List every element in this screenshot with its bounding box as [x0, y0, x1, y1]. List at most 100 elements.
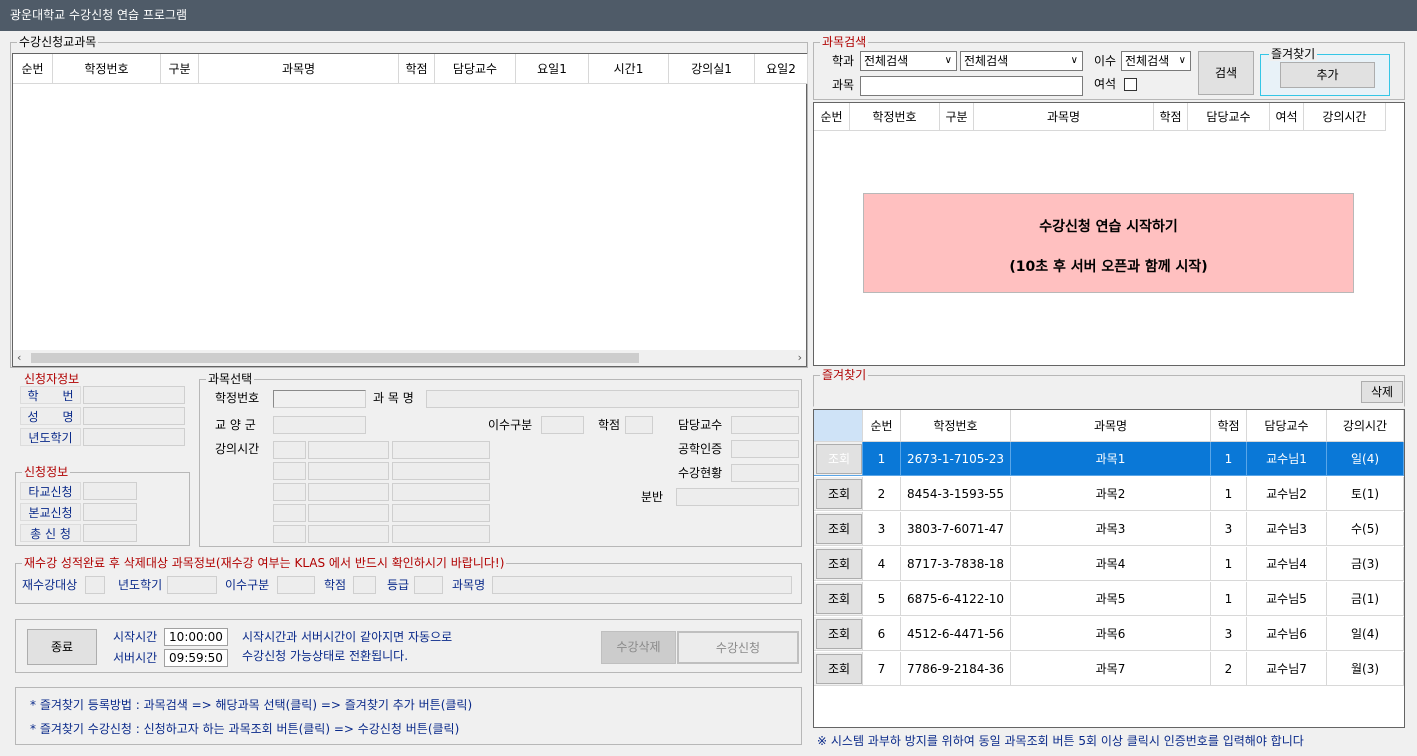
favorites-cell-code: 3803-7-6071-47 — [901, 512, 1011, 546]
dept-select-1-value: 전체검색 — [864, 54, 909, 68]
scroll-left-icon[interactable]: ‹ — [17, 351, 21, 364]
scrollbar-thumb[interactable] — [31, 353, 639, 363]
search-col-header[interactable]: 담당교수 — [1188, 103, 1270, 131]
start-time-label: 시작시간 — [113, 630, 158, 644]
sel-course-no-field[interactable] — [273, 390, 366, 408]
favorites-cell-code: 8717-3-7838-18 — [901, 547, 1011, 581]
favorites-cell-time: 일(4) — [1327, 617, 1404, 651]
search-results-table[interactable]: 순번 학정번호 구분 과목명 학점 담당교수 여석 강의시간 수강신청 연습 시작하기 (10… — [813, 102, 1405, 366]
favorites-cell-credit: 1 — [1211, 477, 1247, 511]
chevron-down-icon: ∨ — [944, 55, 952, 66]
enrolled-col-header[interactable]: 담당교수 — [435, 54, 516, 84]
view-course-button[interactable]: 조회 — [816, 584, 862, 614]
search-button[interactable]: 검색 — [1198, 51, 1254, 95]
sel-eng-cert-label: 공학인증 — [678, 442, 723, 456]
dept-select-2[interactable]: 전체검색 ∨ — [960, 51, 1083, 71]
favorites-table[interactable]: 순번 학정번호 과목명 학점 담당교수 강의시간 조회 1 2673-1-7105-23 과목1… — [813, 409, 1405, 728]
overload-notice: ※ 시스템 과부하 방지를 위하여 동일 과목조회 버튼 5회 이상 클릭시 인… — [817, 734, 1304, 748]
enrolled-table[interactable]: 순번 학정번호 구분 과목명 학점 담당교수 요일1 시간1 강의실1 요일2 ‹ › — [12, 53, 808, 367]
favorites-cell-time: 수(5) — [1327, 512, 1404, 546]
favorites-cell-no: 2 — [863, 477, 901, 511]
horizontal-scrollbar[interactable]: ‹ › — [13, 350, 806, 366]
enrolled-col-header[interactable]: 순번 — [13, 54, 53, 84]
favorites-cell-name: 과목6 — [1011, 617, 1211, 651]
favorites-col-header[interactable]: 순번 — [863, 410, 901, 442]
retake-group-label: 재수강 성적완료 후 삭제대상 과목정보(재수강 여부는 KLAS 에서 반드시… — [22, 556, 507, 570]
lecture-time-cell — [273, 441, 306, 459]
search-col-header[interactable]: 학정번호 — [850, 103, 940, 131]
favorites-col-header[interactable]: 학점 — [1211, 410, 1247, 442]
enrolled-col-header[interactable]: 학정번호 — [53, 54, 161, 84]
retake-name-field — [492, 576, 792, 594]
dept-select-1[interactable]: 전체검색 ∨ — [860, 51, 957, 71]
favorites-row[interactable]: 조회 3 3803-7-6071-47 과목3 3 교수님3 수(5) — [814, 512, 1406, 546]
view-course-button[interactable]: 조회 — [816, 654, 862, 684]
enrolled-col-header[interactable]: 강의실1 — [669, 54, 755, 84]
favorites-cell-code: 8454-3-1593-55 — [901, 477, 1011, 511]
favorites-view-cell: 조회 — [814, 512, 863, 546]
favorites-row[interactable]: 조회 1 2673-1-7105-23 과목1 1 교수님1 일(4) — [814, 442, 1406, 476]
search-col-header[interactable]: 구분 — [940, 103, 974, 131]
view-course-button[interactable]: 조회 — [816, 444, 862, 474]
scroll-right-icon[interactable]: › — [798, 351, 802, 364]
favorites-row[interactable]: 조회 7 7786-9-2184-36 과목7 2 교수님7 월(3) — [814, 652, 1406, 686]
lecture-time-cell — [392, 462, 490, 480]
enrolled-col-header[interactable]: 구분 — [161, 54, 199, 84]
search-col-header[interactable]: 강의시간 — [1304, 103, 1386, 131]
favorites-cell-no: 7 — [863, 652, 901, 686]
favorites-row[interactable]: 조회 5 6875-6-4122-10 과목5 1 교수님5 금(1) — [814, 582, 1406, 616]
favorites-col-header[interactable]: 과목명 — [1011, 410, 1211, 442]
favorites-cell-code: 7786-9-2184-36 — [901, 652, 1011, 686]
favorites-row[interactable]: 조회 4 8717-3-7838-18 과목4 1 교수님4 금(3) — [814, 547, 1406, 581]
favorites-col-header[interactable] — [814, 410, 863, 442]
add-favorite-button[interactable]: 추가 — [1280, 62, 1375, 88]
lecture-time-cell — [273, 504, 306, 522]
apply-info-group-label: 신청정보 — [22, 465, 71, 479]
search-col-header[interactable]: 과목명 — [974, 103, 1154, 131]
favorites-col-header[interactable]: 강의시간 — [1327, 410, 1404, 442]
enrolled-col-header[interactable]: 과목명 — [199, 54, 399, 84]
delete-favorite-button[interactable]: 삭제 — [1361, 381, 1403, 403]
favorites-cell-name: 과목5 — [1011, 582, 1211, 616]
isu-select-value: 전체검색 — [1125, 54, 1170, 68]
start-practice-box[interactable]: 수강신청 연습 시작하기 (10초 후 서버 오픈과 함께 시작) — [863, 193, 1354, 293]
isu-select[interactable]: 전체검색 ∨ — [1121, 51, 1191, 71]
search-col-header[interactable]: 학점 — [1154, 103, 1188, 131]
enrolled-col-header[interactable]: 요일2 — [755, 54, 808, 84]
enrolled-col-header[interactable]: 요일1 — [516, 54, 589, 84]
favorites-view-cell: 조회 — [814, 617, 863, 651]
sel-time-label: 강의시간 — [215, 442, 260, 456]
view-course-button[interactable]: 조회 — [816, 514, 862, 544]
lecture-time-cell — [273, 483, 306, 501]
applicant-field-value — [83, 407, 185, 425]
favorites-col-header[interactable]: 담당교수 — [1247, 410, 1327, 442]
enrolled-col-header[interactable]: 학점 — [399, 54, 435, 84]
exit-button[interactable]: 종료 — [27, 629, 97, 665]
retake-credit-field — [353, 576, 376, 594]
fav-add-group: 즐겨찾기 추가 — [1260, 47, 1390, 96]
view-course-button[interactable]: 조회 — [816, 479, 862, 509]
favorites-view-cell: 조회 — [814, 652, 863, 686]
help-line-2: * 즐겨찾기 수강신청 : 신청하고자 하는 과목조회 버튼(클릭) => 수강… — [30, 722, 460, 736]
favorites-cell-time: 금(3) — [1327, 547, 1404, 581]
favorites-row[interactable]: 조회 2 8454-3-1593-55 과목2 1 교수님2 토(1) — [814, 477, 1406, 511]
sel-status-field — [731, 464, 799, 482]
favorites-cell-credit: 1 — [1211, 442, 1247, 476]
lecture-time-cell — [392, 441, 490, 459]
favorites-cell-name: 과목2 — [1011, 477, 1211, 511]
search-col-header[interactable]: 순번 — [814, 103, 850, 131]
applicant-field-label: 성 명 — [20, 407, 81, 425]
sel-status-label: 수강현황 — [678, 466, 723, 480]
favorites-row[interactable]: 조회 6 4512-6-4471-56 과목6 3 교수님6 일(4) — [814, 617, 1406, 651]
course-search-input[interactable] — [860, 76, 1083, 96]
favorites-col-header[interactable]: 학정번호 — [901, 410, 1011, 442]
enrolled-col-header[interactable]: 시간1 — [589, 54, 669, 84]
apply-course-button[interactable]: 수강신청 — [677, 631, 799, 664]
search-col-header[interactable]: 여석 — [1270, 103, 1304, 131]
applicant-field-label: 년도학기 — [20, 428, 81, 446]
view-course-button[interactable]: 조회 — [816, 619, 862, 649]
seat-checkbox[interactable] — [1124, 78, 1137, 91]
drop-course-button[interactable]: 수강삭제 — [601, 631, 676, 664]
favorites-cell-time: 일(4) — [1327, 442, 1404, 476]
view-course-button[interactable]: 조회 — [816, 549, 862, 579]
